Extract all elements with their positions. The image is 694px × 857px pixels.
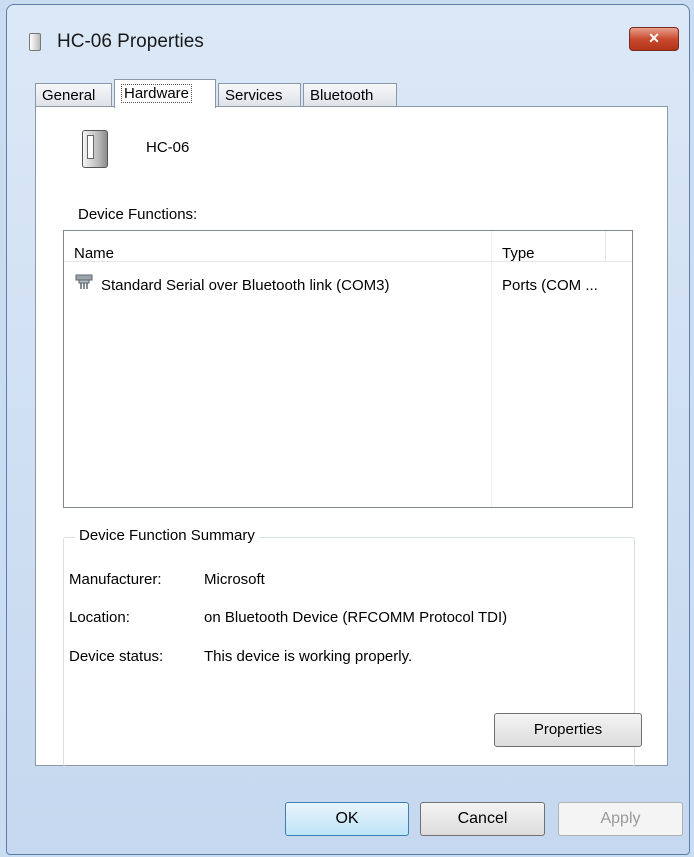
location-value: on Bluetooth Device (RFCOMM Protocol TDI…	[204, 609, 508, 626]
function-type: Ports (COM ...	[502, 277, 598, 294]
column-divider[interactable]	[605, 231, 606, 261]
manufacturer-value: Microsoft	[204, 571, 265, 588]
device-function-summary: Device Function Summary Manufacturer: Mi…	[63, 527, 642, 767]
device-functions-label: Device Functions:	[78, 206, 198, 223]
column-header-name[interactable]: Name	[74, 245, 114, 262]
tab-bluetooth[interactable]: Bluetooth	[303, 83, 397, 107]
tab-services[interactable]: Services	[218, 83, 301, 107]
status-value: This device is working properly.	[204, 648, 413, 665]
device-icon	[29, 33, 41, 51]
apply-button[interactable]: Apply	[558, 802, 683, 836]
tab-hardware-label: Hardware	[121, 84, 193, 103]
hardware-panel: HC-06 Device Functions: Name Type Standa…	[35, 106, 668, 767]
list-item[interactable]: Standard Serial over Bluetooth link (COM…	[65, 273, 633, 303]
device-functions-list[interactable]: Name Type Standard Serial over Bluetooth…	[63, 230, 633, 508]
title-bar[interactable]: HC-06 Properties ✕	[7, 5, 689, 65]
cancel-button[interactable]: Cancel	[420, 802, 545, 836]
device-name: HC-06	[146, 139, 190, 156]
location-label: Location:	[69, 609, 130, 626]
manufacturer-label: Manufacturer:	[69, 571, 162, 588]
window-title: HC-06 Properties	[57, 31, 204, 52]
column-header-type[interactable]: Type	[502, 245, 535, 262]
ok-button[interactable]: OK	[285, 802, 409, 836]
properties-dialog: HC-06 Properties ✕ General Hardware Serv…	[6, 4, 690, 855]
status-label: Device status:	[69, 648, 164, 665]
port-connector-icon	[75, 274, 93, 289]
device-tower-icon	[82, 130, 108, 168]
close-button[interactable]: ✕	[629, 27, 679, 51]
summary-title: Device Function Summary	[75, 527, 259, 544]
function-name: Standard Serial over Bluetooth link (COM…	[101, 277, 390, 294]
properties-button[interactable]: Properties	[494, 713, 642, 747]
list-header: Name Type	[64, 231, 632, 262]
tab-general[interactable]: General	[35, 83, 112, 107]
tab-hardware[interactable]: Hardware	[114, 79, 216, 108]
